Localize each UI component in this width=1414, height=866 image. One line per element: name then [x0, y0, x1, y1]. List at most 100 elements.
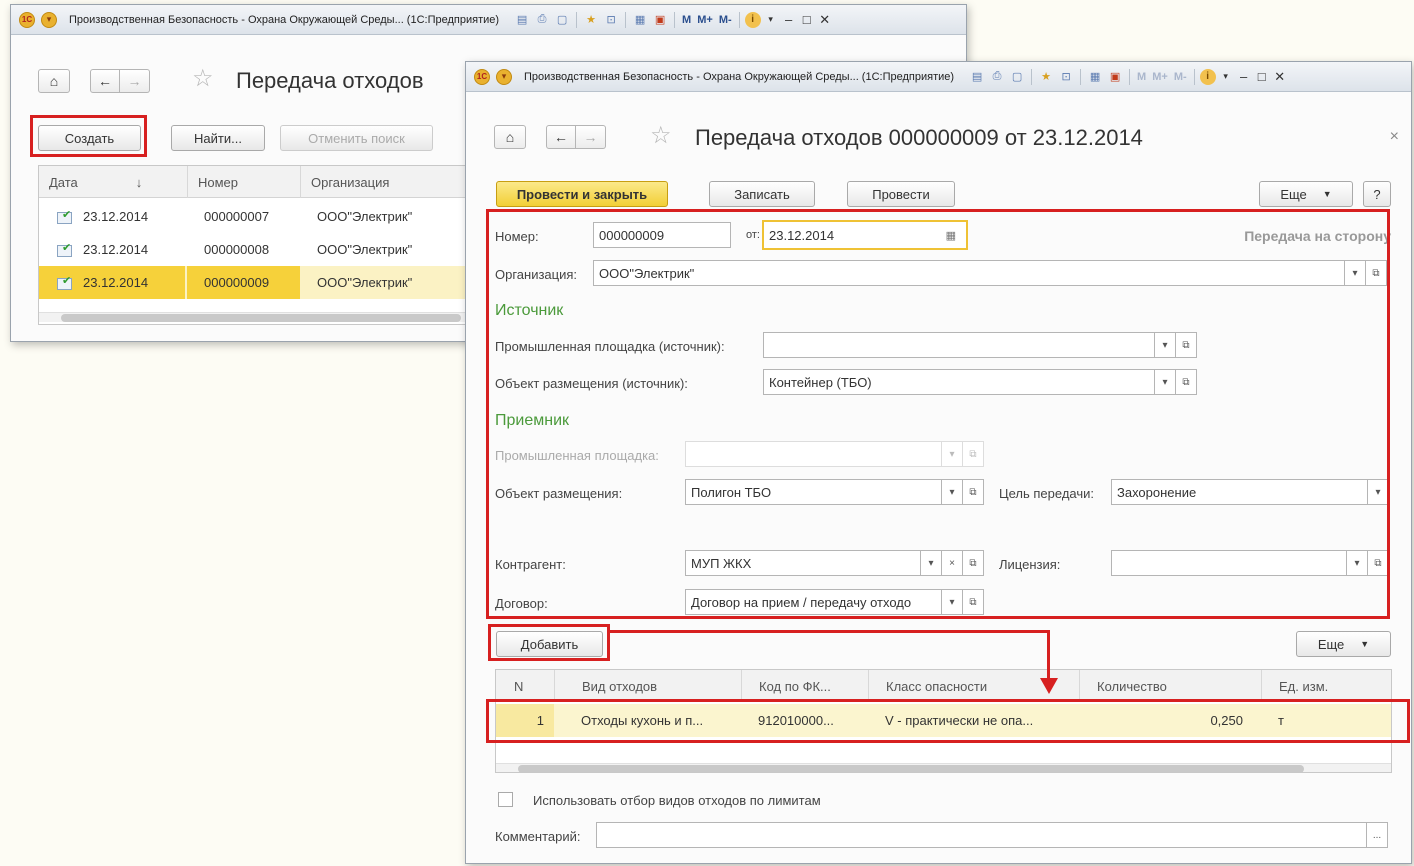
back-arrow-button[interactable]: ←	[546, 125, 576, 149]
comment-field[interactable]	[596, 822, 1367, 848]
more-button[interactable]: Еще ▼	[1259, 181, 1353, 207]
contract-open-icon[interactable]: ⧉	[962, 589, 984, 615]
column-header-waste-type[interactable]: Вид отходов	[554, 670, 741, 702]
calendar-icon[interactable]: ▣	[651, 12, 669, 28]
favorites-icon[interactable]: ★	[582, 12, 600, 28]
minimize-icon[interactable]: –	[1236, 69, 1252, 84]
limit-filter-checkbox[interactable]	[498, 792, 513, 807]
contract-field[interactable]: Договор на прием / передачу отходо	[685, 589, 942, 615]
source-site-open-icon[interactable]: ⧉	[1175, 332, 1197, 358]
comment-ellipsis-button[interactable]: ...	[1366, 822, 1388, 848]
form-close-icon[interactable]: ×	[1390, 128, 1399, 146]
favorites-icon[interactable]: ★	[1037, 69, 1055, 85]
help-button[interactable]: ?	[1363, 181, 1391, 207]
organization-field[interactable]: ООО"Электрик"	[593, 260, 1345, 286]
counterparty-dropdown-icon[interactable]: ▾	[920, 550, 942, 576]
home-button[interactable]: ⌂	[38, 69, 70, 93]
column-header-number[interactable]: Номер	[187, 166, 300, 198]
date-field[interactable]: 23.12.2014 ▦	[762, 220, 968, 250]
receiver-object-dropdown-icon[interactable]: ▾	[941, 479, 963, 505]
dropdown-icon[interactable]: ▾	[763, 14, 779, 25]
forward-arrow-button[interactable]: →	[576, 125, 606, 149]
memory-m-minus-button[interactable]: M-	[717, 12, 734, 28]
table-more-button[interactable]: Еще ▼	[1296, 631, 1391, 657]
save-icon[interactable]: ▤	[513, 12, 531, 28]
column-header-unit[interactable]: Ед. изм.	[1261, 670, 1391, 702]
print-icon[interactable]: ⎙	[533, 12, 551, 28]
transfer-purpose-dropdown-icon[interactable]: ▾	[1367, 479, 1389, 505]
waste-table[interactable]: N Вид отходов Код по ФК... Класс опаснос…	[495, 669, 1392, 773]
contract-dropdown-icon[interactable]: ▾	[941, 589, 963, 615]
table-row[interactable]: 23.12.2014 000000007 ООО"Электрик"	[39, 200, 487, 233]
add-row-button[interactable]: Добавить	[496, 631, 603, 657]
memory-m-plus-button[interactable]: M+	[1150, 69, 1170, 85]
post-and-close-button[interactable]: Провести и закрыть	[496, 181, 668, 207]
scrollbar-thumb[interactable]	[518, 765, 1304, 772]
source-site-dropdown-icon[interactable]: ▾	[1154, 332, 1176, 358]
organization-dropdown-icon[interactable]: ▾	[1344, 260, 1366, 286]
maximize-icon[interactable]: □	[799, 12, 815, 27]
receiver-object-open-icon[interactable]: ⧉	[962, 479, 984, 505]
receiver-object-field[interactable]: Полигон ТБО	[685, 479, 942, 505]
source-object-dropdown-icon[interactable]: ▾	[1154, 369, 1176, 395]
column-header-fkko-code[interactable]: Код по ФК...	[741, 670, 868, 702]
license-open-icon[interactable]: ⧉	[1367, 550, 1389, 576]
number-field[interactable]: 000000009	[593, 222, 731, 248]
post-button[interactable]: Провести	[847, 181, 955, 207]
counterparty-clear-icon[interactable]: ×	[941, 550, 963, 576]
memory-m-button[interactable]: M	[680, 12, 693, 28]
documents-list[interactable]: Дата ↓ Номер Организация 23.12.2014 0000…	[38, 165, 488, 325]
find-button[interactable]: Найти...	[171, 125, 265, 151]
transfer-purpose-field[interactable]: Захоронение	[1111, 479, 1368, 505]
license-field[interactable]	[1111, 550, 1347, 576]
dropdown-icon[interactable]: ▾	[1218, 71, 1234, 82]
memory-m-button[interactable]: M	[1135, 69, 1148, 85]
link-icon[interactable]: ⊡	[1057, 69, 1075, 85]
memory-m-plus-button[interactable]: M+	[695, 12, 715, 28]
maximize-icon[interactable]: □	[1254, 69, 1270, 84]
print-icon[interactable]: ⎙	[988, 69, 1006, 85]
favorite-star-icon[interactable]: ☆	[650, 124, 672, 148]
preview-icon[interactable]: ▢	[553, 12, 571, 28]
calculator-icon[interactable]: ▦	[631, 12, 649, 28]
calendar-picker-icon[interactable]: ▦	[946, 229, 956, 242]
horizontal-scrollbar[interactable]	[39, 312, 487, 322]
column-header-quantity[interactable]: Количество	[1079, 670, 1261, 702]
save-icon[interactable]: ▤	[968, 69, 986, 85]
limit-filter-label[interactable]: Использовать отбор видов отходов по лими…	[533, 793, 821, 808]
link-icon[interactable]: ⊡	[602, 12, 620, 28]
column-header-date[interactable]: Дата ↓	[39, 166, 187, 198]
calculator-icon[interactable]: ▦	[1086, 69, 1104, 85]
license-dropdown-icon[interactable]: ▾	[1346, 550, 1368, 576]
horizontal-scrollbar[interactable]	[496, 763, 1391, 772]
minimize-icon[interactable]: –	[781, 12, 797, 27]
table-row-selected[interactable]: 1 Отходы кухонь и п... 912010000... V - …	[496, 704, 1391, 737]
window-menu-icon[interactable]: ▾	[41, 11, 57, 28]
column-header-organization[interactable]: Организация	[300, 166, 487, 198]
source-site-field[interactable]	[763, 332, 1155, 358]
close-icon[interactable]: ✕	[1272, 69, 1288, 85]
counterparty-open-icon[interactable]: ⧉	[962, 550, 984, 576]
window-menu-icon[interactable]: ▾	[496, 68, 512, 85]
home-button[interactable]: ⌂	[494, 125, 526, 149]
favorite-star-icon[interactable]: ☆	[192, 67, 214, 91]
preview-icon[interactable]: ▢	[1008, 69, 1026, 85]
table-row[interactable]: 23.12.2014 000000008 ООО"Электрик"	[39, 233, 487, 266]
save-button[interactable]: Записать	[709, 181, 815, 207]
create-button[interactable]: Создать	[38, 125, 141, 151]
column-header-n[interactable]: N	[496, 670, 554, 702]
cancel-search-button[interactable]: Отменить поиск	[280, 125, 433, 151]
info-icon[interactable]: i	[1199, 68, 1216, 85]
info-icon[interactable]: i	[744, 11, 761, 28]
scrollbar-thumb[interactable]	[61, 314, 461, 322]
forward-arrow-button[interactable]: →	[120, 69, 150, 93]
calendar-icon[interactable]: ▣	[1106, 69, 1124, 85]
source-object-open-icon[interactable]: ⧉	[1175, 369, 1197, 395]
back-arrow-button[interactable]: ←	[90, 69, 120, 93]
counterparty-field[interactable]: МУП ЖКХ	[685, 550, 921, 576]
organization-open-icon[interactable]: ⧉	[1365, 260, 1387, 286]
table-row-selected[interactable]: 23.12.2014 000000009 ООО"Электрик"	[39, 266, 487, 299]
close-icon[interactable]: ✕	[817, 12, 833, 28]
source-object-field[interactable]: Контейнер (ТБО)	[763, 369, 1155, 395]
memory-m-minus-button[interactable]: M-	[1172, 69, 1189, 85]
